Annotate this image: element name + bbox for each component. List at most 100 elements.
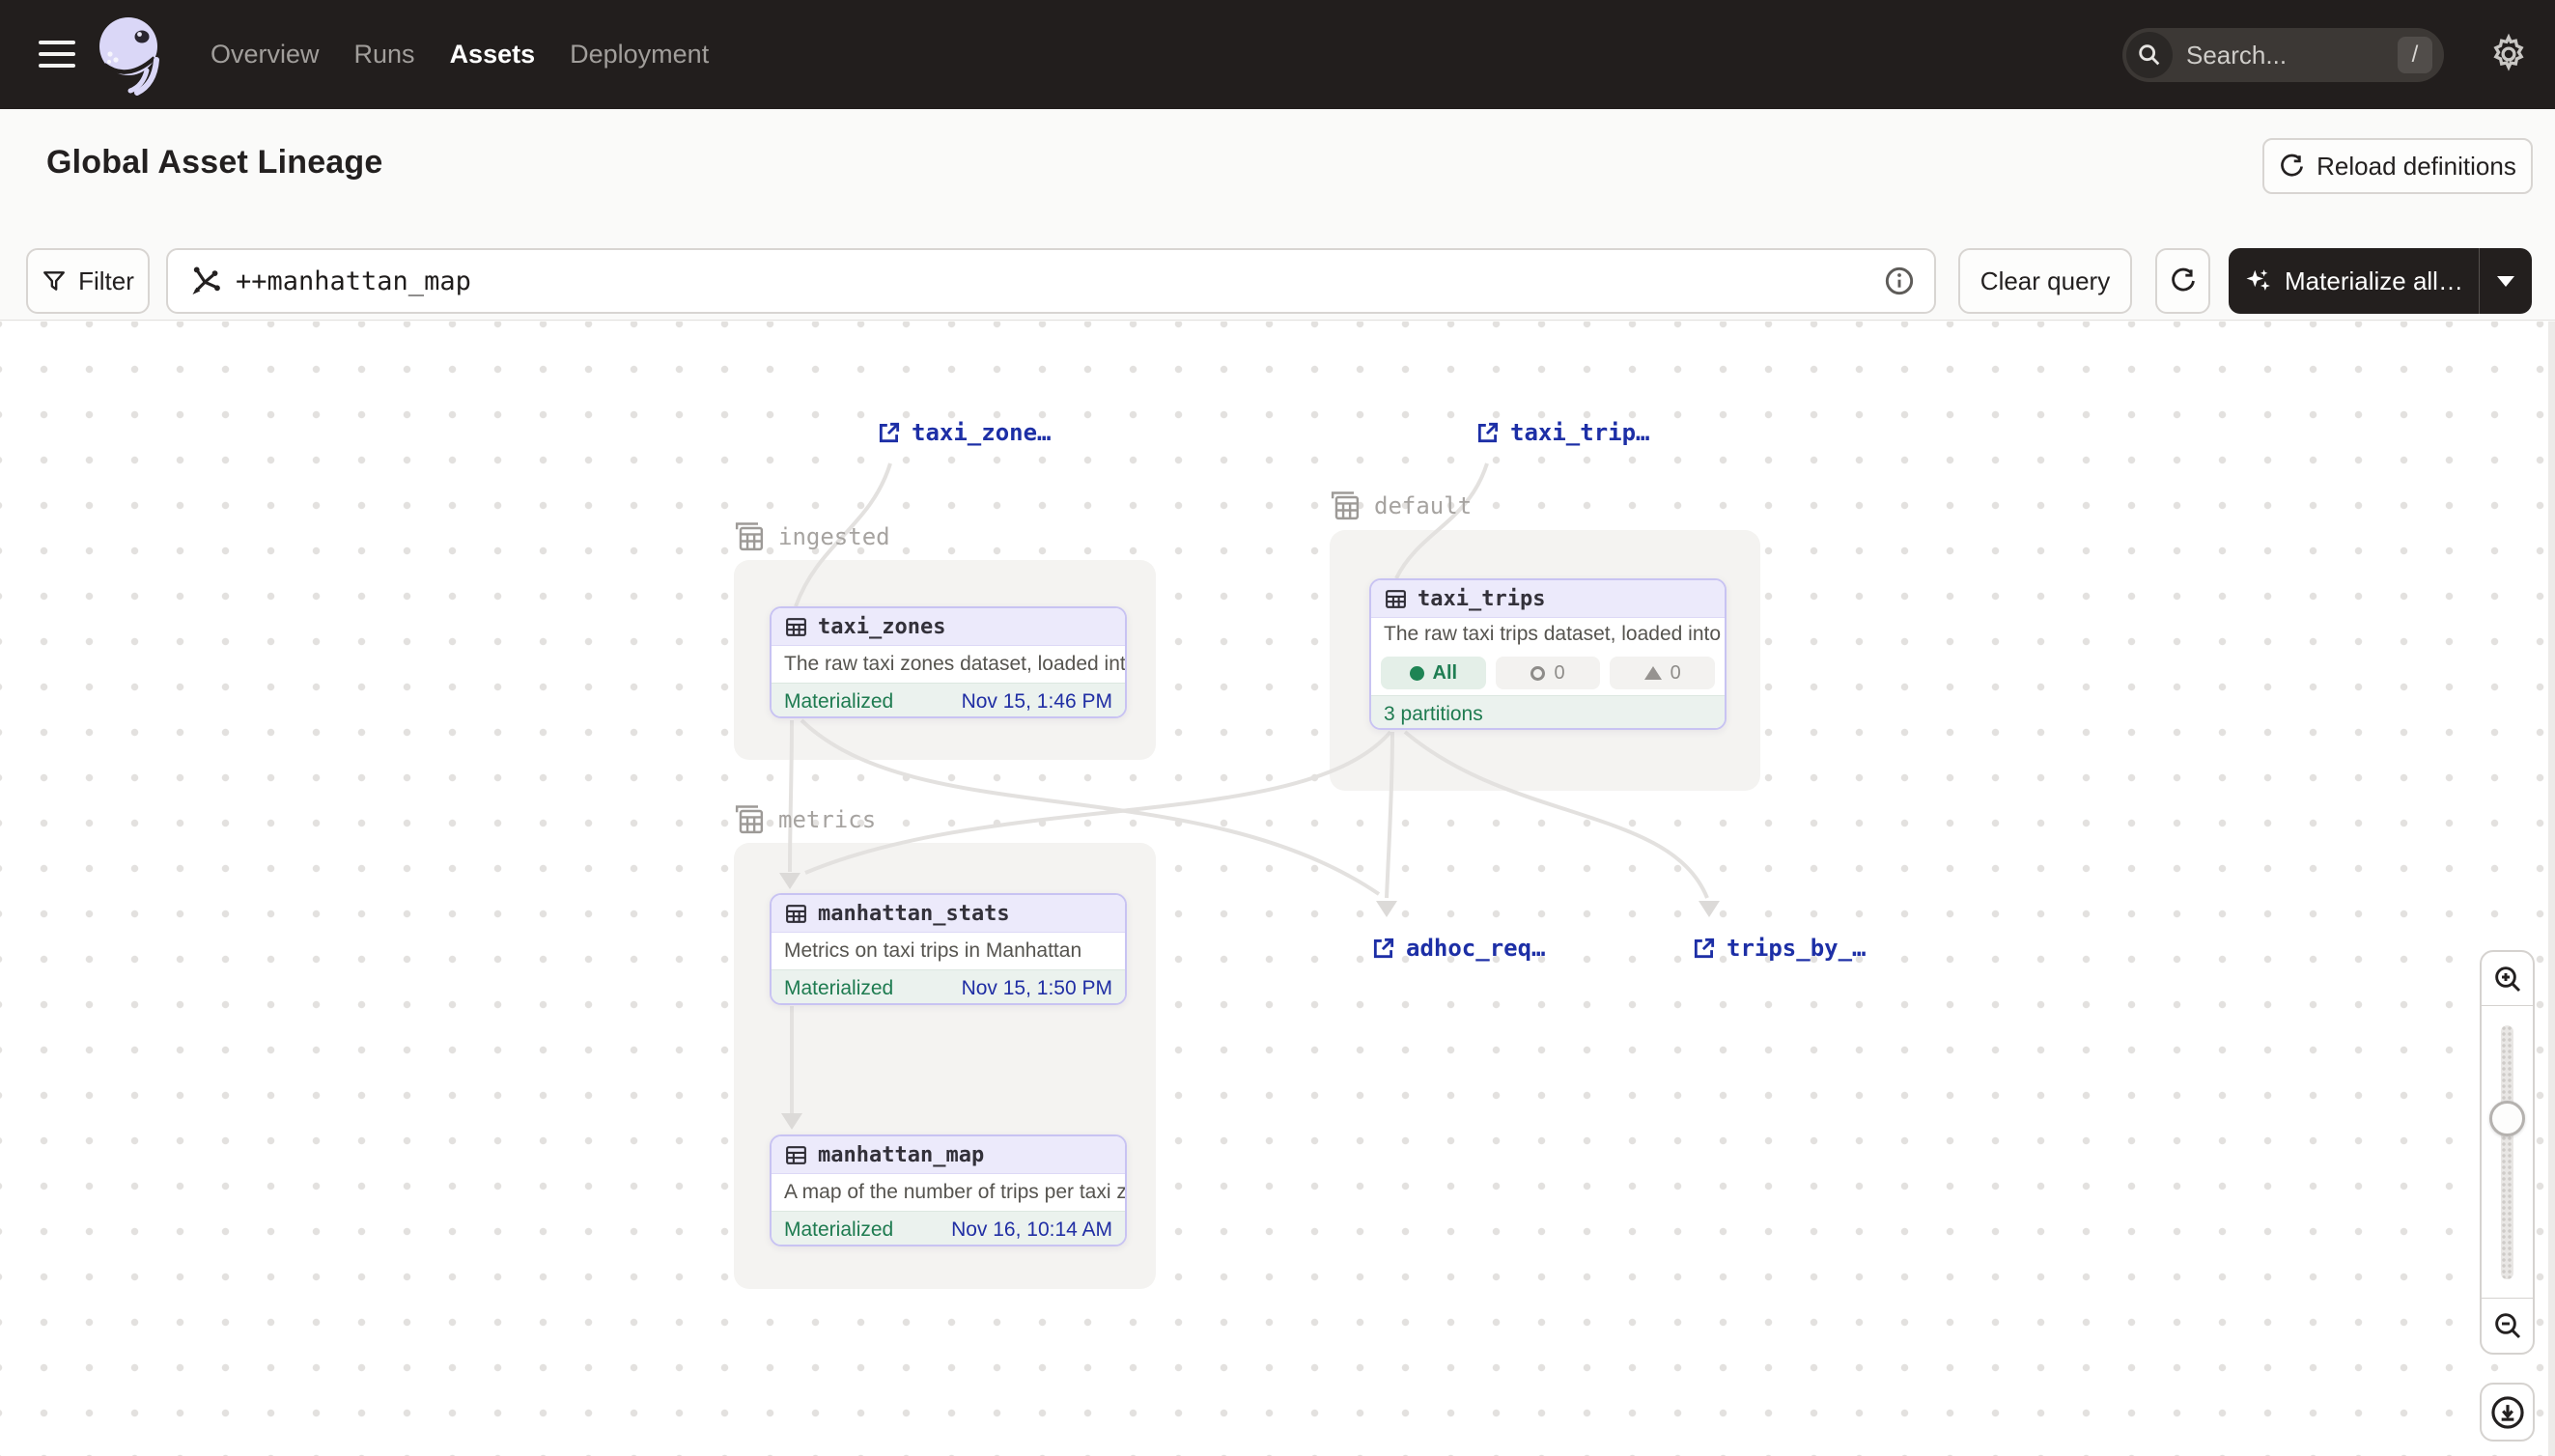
materialized-timestamp: Nov 16, 10:14 AM	[951, 1218, 1112, 1242]
materialize-all-main[interactable]: Materialize all…	[2229, 266, 2479, 296]
filter-label: Filter	[78, 266, 134, 296]
external-link-icon	[1371, 936, 1396, 961]
badge-label: 0	[1671, 662, 1681, 685]
external-asset-adhoc-req[interactable]: adhoc_req…	[1371, 935, 1546, 962]
partitions-missing-badge[interactable]: 0	[1496, 657, 1601, 689]
group-name: default	[1374, 492, 1472, 519]
recenter-graph-button[interactable]	[2480, 1383, 2535, 1442]
reload-definitions-label: Reload definitions	[2316, 152, 2516, 182]
asset-title: manhattan_map	[818, 1143, 984, 1167]
external-asset-label: taxi_trip…	[1510, 419, 1650, 446]
refresh-icon	[2170, 267, 2197, 294]
filter-button[interactable]: Filter	[26, 248, 150, 314]
asset-node-footer: Materialized Nov 16, 10:14 AM	[772, 1211, 1125, 1246]
asset-node-footer: 3 partitions	[1371, 695, 1725, 730]
download-center-icon	[2489, 1394, 2526, 1431]
group-label-ingested[interactable]: ingested	[732, 519, 890, 554]
group-table-icon	[732, 519, 767, 554]
table-icon	[784, 615, 808, 639]
asset-node-footer: Materialized Nov 15, 1:46 PM	[772, 683, 1125, 718]
asset-node-header: manhattan_map	[772, 1136, 1125, 1174]
asset-selection-value: ++manhattan_map	[236, 266, 1868, 296]
chevron-down-icon	[2497, 276, 2514, 287]
refresh-graph-button[interactable]	[2155, 248, 2210, 314]
asset-description: The raw taxi trips dataset, loaded into …	[1371, 618, 1725, 651]
asset-node-header: manhattan_stats	[772, 895, 1125, 933]
zoom-controls	[2480, 950, 2535, 1355]
table-icon	[784, 1143, 808, 1167]
materialized-timestamp: Nov 15, 1:50 PM	[962, 977, 1112, 1000]
zoom-in-icon	[2492, 964, 2523, 994]
materialized-timestamp: Nov 15, 1:46 PM	[962, 690, 1112, 714]
lineage-graph-canvas[interactable]	[0, 322, 2555, 1456]
zoom-out-button[interactable]	[2482, 1298, 2533, 1353]
asset-node-header: taxi_zones	[772, 608, 1125, 646]
group-label-default[interactable]: default	[1328, 489, 1472, 523]
asset-title: taxi_trips	[1418, 587, 1545, 611]
external-link-icon	[877, 420, 902, 445]
partitions-count: 3 partitions	[1384, 703, 1483, 726]
asset-node-manhattan-map[interactable]: manhattan_map A map of the number of tri…	[770, 1134, 1127, 1246]
page-title: Global Asset Lineage	[46, 144, 383, 182]
vertical-scrollbar[interactable]	[2548, 322, 2555, 1456]
zoom-slider-track[interactable]	[2501, 1025, 2513, 1279]
materialize-all-button[interactable]: Materialize all…	[2229, 248, 2532, 314]
sparkles-icon	[2244, 266, 2273, 295]
asset-node-taxi-trips[interactable]: taxi_trips The raw taxi trips dataset, l…	[1369, 578, 1727, 730]
materialized-status: Materialized	[784, 1218, 893, 1242]
clear-query-button[interactable]: Clear query	[1958, 248, 2132, 314]
dagster-logo-icon[interactable]	[97, 14, 164, 96]
external-asset-trips-by[interactable]: trips_by_…	[1692, 935, 1867, 962]
external-asset-label: adhoc_req…	[1406, 935, 1546, 962]
filter-funnel-icon	[42, 268, 67, 294]
external-asset-label: trips_by_…	[1727, 935, 1867, 962]
zoom-in-button[interactable]	[2482, 952, 2533, 1006]
nav-item-runs[interactable]: Runs	[354, 40, 415, 70]
materialize-all-label: Materialize all…	[2285, 266, 2463, 296]
group-label-metrics[interactable]: metrics	[732, 802, 876, 837]
search-placeholder: Search...	[2186, 41, 2398, 70]
group-name: metrics	[778, 806, 876, 833]
badge-label: 0	[1554, 662, 1564, 685]
badge-label: All	[1433, 662, 1458, 685]
nav-item-overview[interactable]: Overview	[211, 40, 320, 70]
external-asset-taxi-zone[interactable]: taxi_zone…	[877, 419, 1052, 446]
missing-ring-icon	[1530, 666, 1545, 681]
primary-nav: Overview Runs Assets Deployment	[211, 0, 709, 109]
settings-gear-icon[interactable]	[2484, 29, 2534, 79]
asset-node-footer: Materialized Nov 15, 1:50 PM	[772, 969, 1125, 1005]
asset-description: Metrics on taxi trips in Manhattan	[772, 933, 1125, 969]
asset-title: taxi_zones	[818, 615, 945, 639]
materialize-options-dropdown[interactable]	[2480, 276, 2532, 287]
external-link-icon	[1692, 936, 1717, 961]
top-navigation-bar: Overview Runs Assets Deployment Search..…	[0, 0, 2555, 109]
menu-hamburger-icon[interactable]	[39, 35, 77, 73]
asset-description: The raw taxi zones dataset, loaded int..…	[772, 646, 1125, 683]
asset-title: manhattan_stats	[818, 902, 1010, 926]
nav-item-deployment[interactable]: Deployment	[570, 40, 709, 70]
partitions-failed-badge[interactable]: 0	[1610, 657, 1715, 689]
external-asset-taxi-trip[interactable]: taxi_trip…	[1475, 419, 1650, 446]
partition-status-badges: All 0 0	[1371, 651, 1725, 695]
asset-node-manhattan-stats[interactable]: manhattan_stats Metrics on taxi trips in…	[770, 893, 1127, 1005]
materialized-status: Materialized	[784, 977, 893, 1000]
asset-description: A map of the number of trips per taxi z.…	[772, 1174, 1125, 1211]
clear-query-label: Clear query	[1980, 266, 2110, 296]
warning-triangle-icon	[1644, 666, 1662, 680]
partitions-all-badge[interactable]: All	[1381, 657, 1486, 689]
asset-node-taxi-zones[interactable]: taxi_zones The raw taxi zones dataset, l…	[770, 606, 1127, 718]
global-asset-lineage-page: Overview Runs Assets Deployment Search..…	[0, 0, 2555, 1456]
zoom-out-icon	[2492, 1310, 2523, 1341]
refresh-icon	[2279, 154, 2305, 180]
asset-selection-input[interactable]: ++manhattan_map	[166, 248, 1936, 314]
materialized-status: Materialized	[784, 690, 893, 714]
reload-definitions-button[interactable]: Reload definitions	[2262, 138, 2533, 194]
group-name: ingested	[778, 523, 890, 550]
zoom-slider-handle[interactable]	[2489, 1101, 2525, 1136]
nav-item-assets[interactable]: Assets	[450, 40, 536, 70]
table-icon	[1384, 587, 1408, 611]
search-shortcut-badge: /	[2398, 37, 2432, 73]
search-input[interactable]: Search... /	[2122, 28, 2444, 82]
info-icon[interactable]	[1884, 266, 1915, 296]
group-table-icon	[732, 802, 767, 837]
